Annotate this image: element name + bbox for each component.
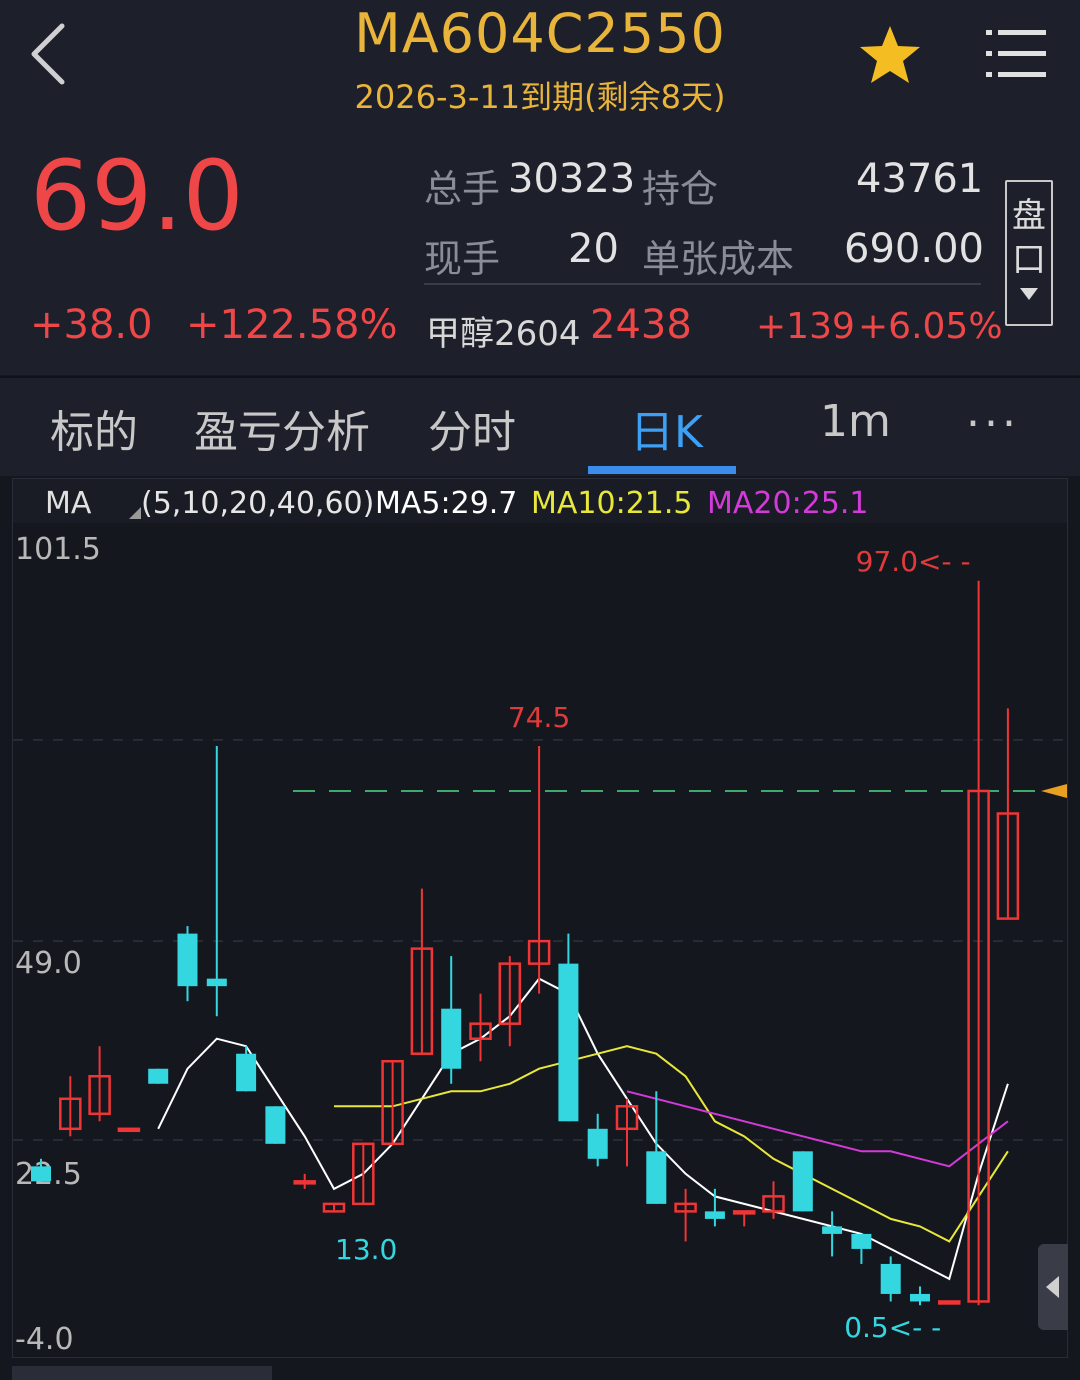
candle-body	[265, 1106, 286, 1144]
unit-cost-value: 690.00	[844, 226, 984, 272]
candle-body	[31, 1166, 51, 1182]
active-tab-indicator	[588, 466, 736, 474]
total-volume-value: 30323	[508, 156, 636, 202]
min-price-label: 0.5<- -	[844, 1311, 941, 1344]
tab-pnl-analysis[interactable]: 盈亏分析	[194, 396, 370, 460]
indicator-label: MA	[45, 486, 92, 521]
candle-body	[148, 1068, 169, 1084]
candle-body	[236, 1053, 257, 1092]
price-change-pct: +122.58%	[186, 302, 398, 348]
price-change: +38.0	[30, 302, 153, 348]
menu-icon[interactable]	[986, 26, 1048, 82]
low-price-label: 13.0	[335, 1233, 397, 1266]
last-price: 69.0	[30, 140, 244, 252]
candle-body	[587, 1128, 608, 1159]
underlying-price: 2438	[590, 302, 692, 348]
candlestick-chart[interactable]: MA (5,10,20,40,60) MA5:29.7 MA10:21.5 MA20:2…	[12, 478, 1068, 1358]
order-book-label: 盘口	[1012, 196, 1046, 280]
ma-legend-0: MA5:29.7	[375, 486, 517, 521]
ma-line-ma10	[334, 1045, 1009, 1243]
last-price-marker-icon	[1041, 783, 1067, 798]
tab-daily-k[interactable]: 日K	[630, 396, 703, 460]
candle-body	[206, 978, 227, 987]
tab-1m[interactable]: 1m	[820, 396, 891, 447]
ma-legend-2: MA20:25.1	[707, 486, 868, 521]
underlying-change-pct: +6.05%	[858, 306, 1003, 347]
candle-body	[880, 1263, 901, 1294]
candle-body	[822, 1226, 843, 1234]
current-volume-value: 20	[568, 226, 619, 272]
tab-underlying[interactable]: 标的	[50, 396, 138, 460]
chart-canvas: MA (5,10,20,40,60) MA5:29.7 MA10:21.5 MA20:2…	[13, 479, 1067, 1357]
high-price-label: 74.5	[508, 701, 570, 734]
candle-body	[851, 1233, 872, 1249]
ma-legend-1: MA10:21.5	[531, 486, 692, 521]
candle-body	[293, 1180, 316, 1185]
total-volume-label: 总手	[424, 167, 501, 211]
candle-body	[117, 1127, 141, 1133]
underlying-change: +139	[756, 306, 855, 347]
open-interest-value: 43761	[856, 156, 984, 202]
collapse-panel-button[interactable]	[1038, 1244, 1068, 1330]
max-price-label: 97.0<- -	[856, 545, 971, 578]
more-tabs-icon[interactable]: ...	[966, 386, 1020, 437]
tab-intraday[interactable]: 分时	[428, 396, 516, 460]
candle-body	[441, 1008, 462, 1069]
header: MA604C2550 2026-3-11到期(剩余8天) 69.0 +38.0 …	[0, 0, 1080, 375]
y-axis-label-top: 101.5	[15, 532, 101, 567]
chevron-down-icon	[1020, 288, 1038, 300]
y-axis-label-mid: 49.0	[15, 946, 82, 981]
candle-body	[938, 1300, 961, 1305]
unit-cost-label: 单张成本	[642, 237, 795, 281]
candle-body	[704, 1211, 725, 1219]
candle-body	[177, 933, 198, 987]
tab-bar: 标的 盈亏分析 分时 日K 1m ...	[0, 376, 1080, 476]
open-interest-label: 持仓	[642, 167, 719, 211]
current-volume-label: 现手	[424, 237, 501, 281]
candle-body	[646, 1151, 667, 1204]
favorite-star-icon[interactable]	[858, 24, 922, 86]
ma-line-ma5	[157, 977, 1009, 1281]
chevron-left-icon	[1046, 1276, 1059, 1298]
candle-body	[792, 1151, 813, 1212]
order-book-button[interactable]: 盘口	[1005, 180, 1053, 326]
candle-body	[558, 963, 579, 1122]
divider	[424, 283, 981, 285]
underlying-name[interactable]: 甲醇2604	[426, 306, 581, 355]
ma-line-ma20	[626, 1090, 1009, 1168]
candle-body	[732, 1210, 756, 1215]
candle-body	[910, 1293, 930, 1302]
scrollbar[interactable]	[12, 1366, 272, 1380]
y-axis-label-bottom: -4.0	[15, 1322, 74, 1357]
indicator-params: (5,10,20,40,60)	[141, 486, 374, 521]
